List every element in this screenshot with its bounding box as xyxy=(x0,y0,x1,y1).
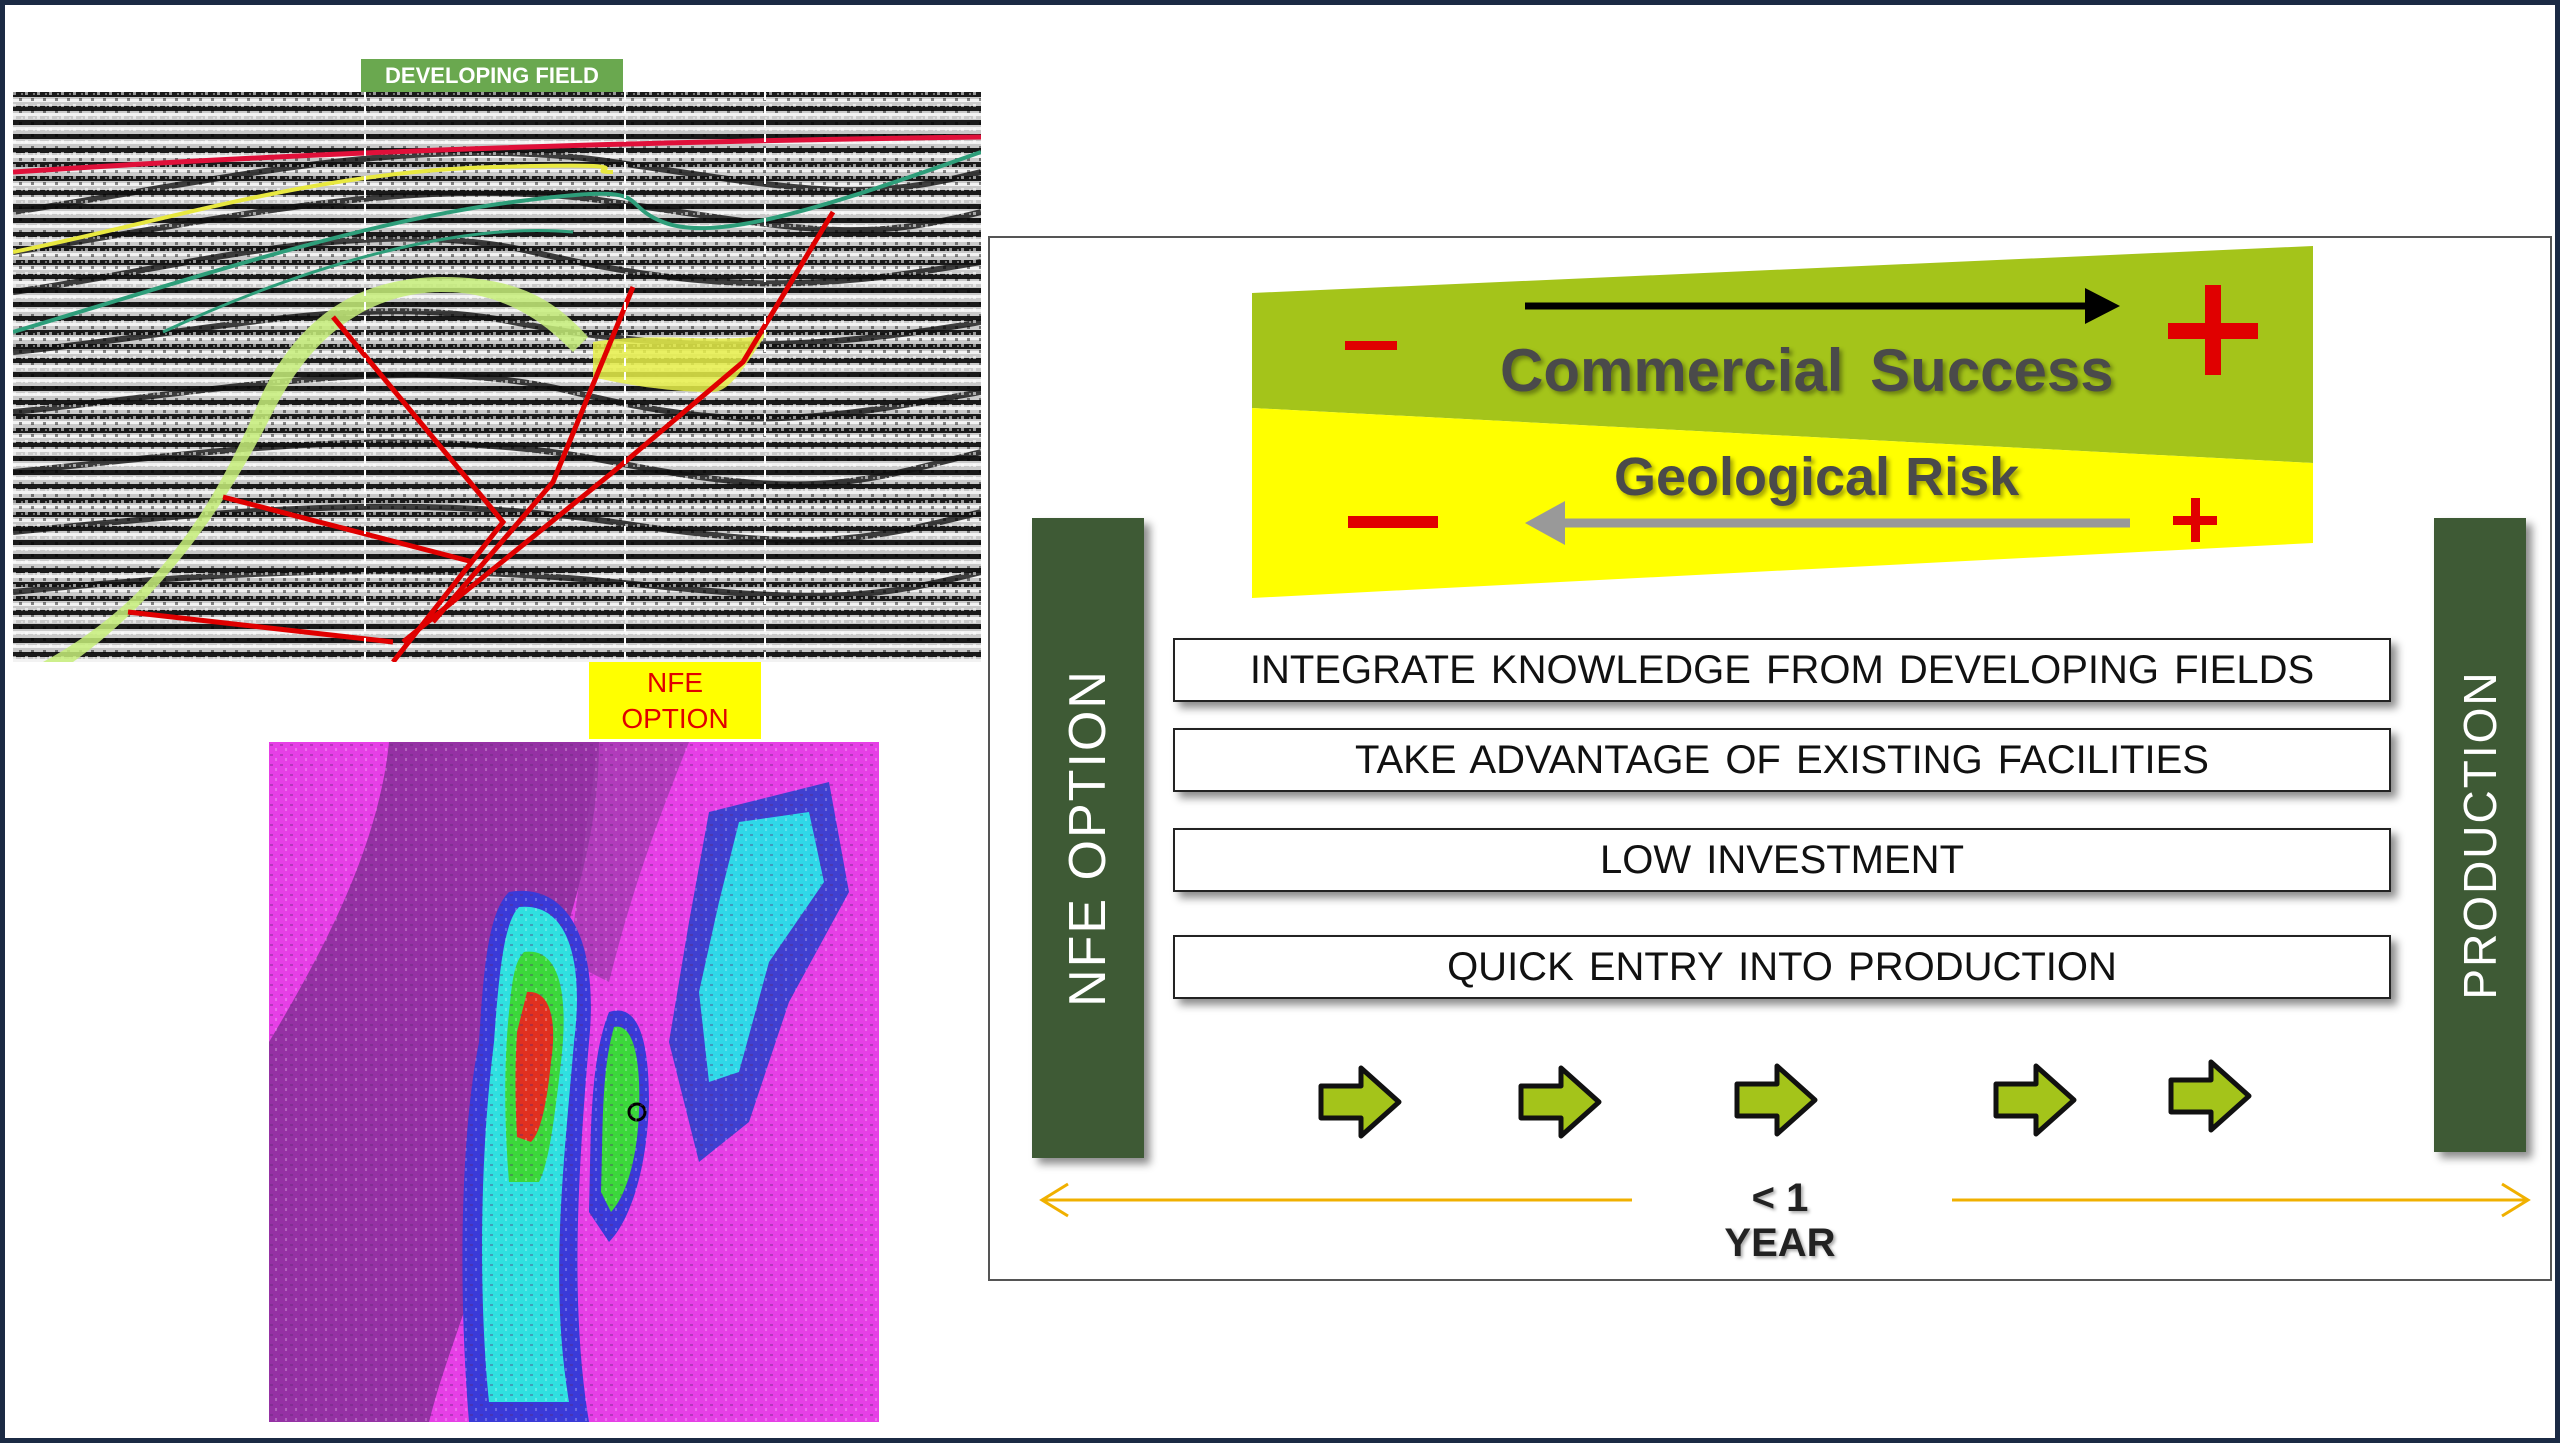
risk-success-wedge xyxy=(1252,246,2313,598)
right-arrow-icon xyxy=(1734,1063,1818,1137)
commercial-success-label: Commercial Success xyxy=(1500,337,2114,404)
timeline-label: < 1 YEAR xyxy=(1724,1176,1836,1265)
nfe-option-label-line1: NFE xyxy=(647,667,703,698)
amplitude-map-image xyxy=(269,742,879,1422)
nfe-option-label: NFE OPTION xyxy=(589,662,761,739)
diagram-panel: Commercial Success Geological Risk NFE O… xyxy=(988,236,2552,1281)
developing-field-label: DEVELOPING FIELD xyxy=(361,59,623,92)
benefit-box-integrate-knowledge: INTEGRATE KNOWLEDGE FROM DEVELOPING FIEL… xyxy=(1173,638,2391,702)
right-arrow-icon xyxy=(1318,1065,1402,1139)
nfe-option-column: NFE OPTION xyxy=(1032,518,1144,1158)
right-arrow-icon xyxy=(1993,1063,2077,1137)
geological-risk-label: Geological Risk xyxy=(1614,447,2020,507)
slide-frame: DEVELOPING FIELD NFE OPTION Commercial S… xyxy=(5,5,2555,1438)
seismic-section-image xyxy=(13,92,981,662)
production-column-label: PRODUCTION xyxy=(2454,670,2506,1000)
nfe-option-label-line2: OPTION xyxy=(621,703,729,734)
right-arrow-icon xyxy=(1518,1065,1602,1139)
nfe-option-column-label: NFE OPTION xyxy=(1059,669,1117,1007)
benefit-box-quick-entry: QUICK ENTRY INTO PRODUCTION xyxy=(1173,935,2391,999)
benefit-box-existing-facilities: TAKE ADVANTAGE OF EXISTING FACILITIES xyxy=(1173,728,2391,792)
production-column: PRODUCTION xyxy=(2434,518,2526,1152)
benefit-box-low-investment: LOW INVESTMENT xyxy=(1173,828,2391,892)
right-arrow-icon xyxy=(2168,1059,2252,1133)
